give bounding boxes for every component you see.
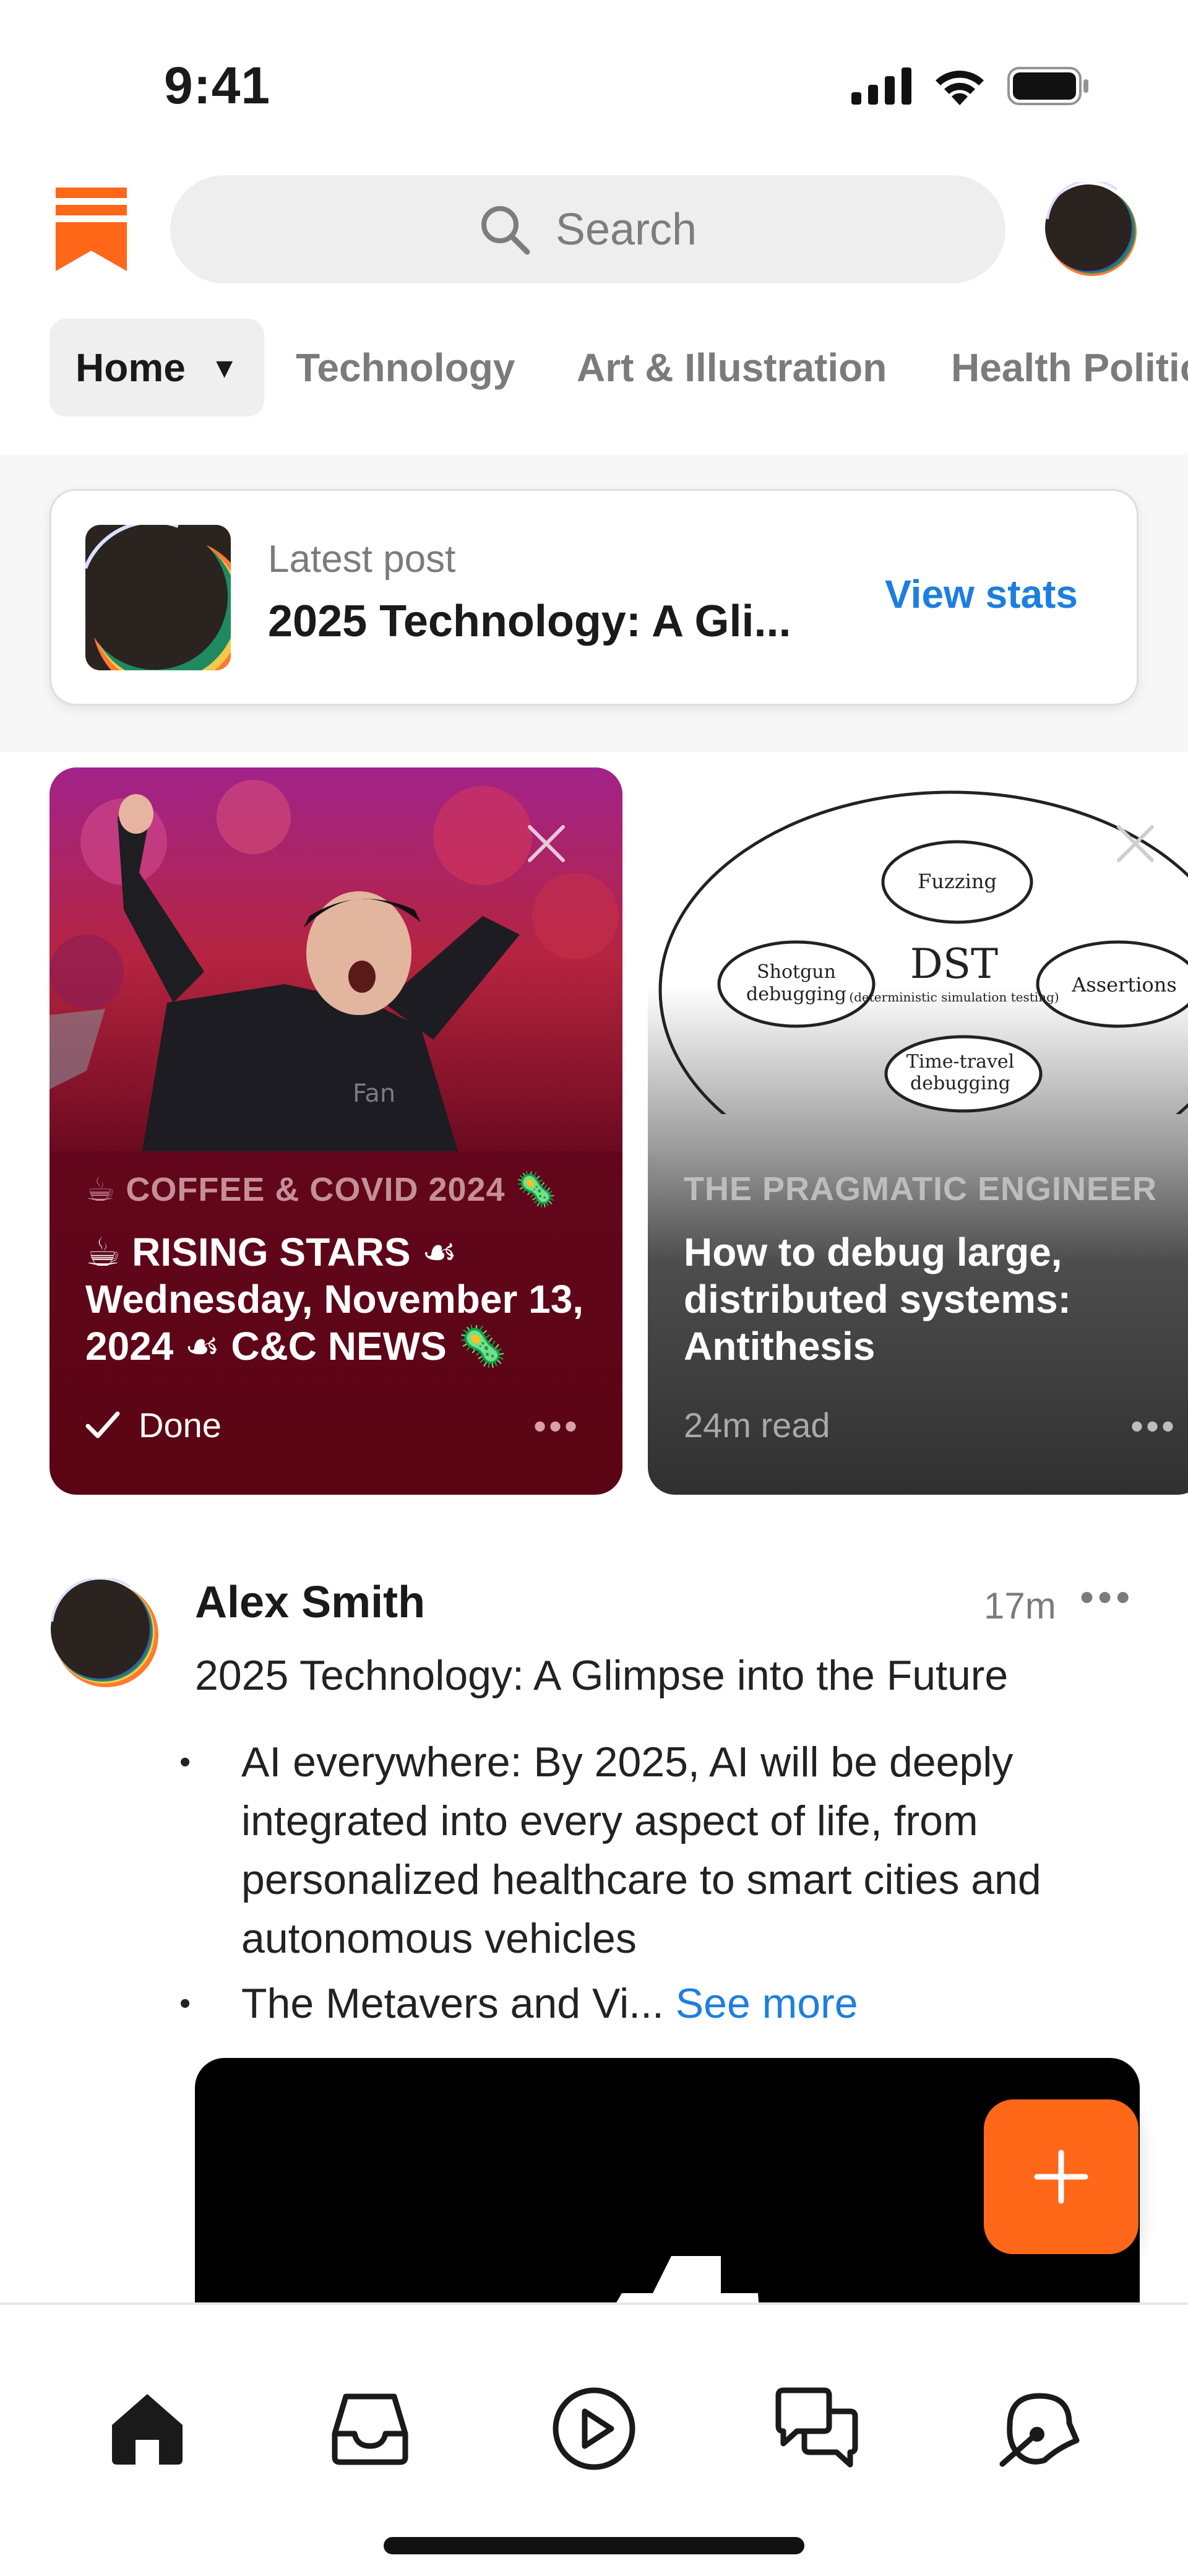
card-headline: How to debug large, distributed systems:… (684, 1230, 1071, 1368)
status-bar: 9:41 (0, 0, 1188, 161)
diagram-center-sub: (deterministic simulation testing) (849, 990, 1059, 1005)
done-label: Done (139, 1406, 222, 1445)
svg-text:Shotgun: Shotgun (757, 961, 836, 983)
activity-icon (999, 2393, 1080, 2467)
svg-text:debugging: debugging (746, 983, 846, 1005)
home-icon (112, 2394, 183, 2465)
tab-technology[interactable]: Technology (296, 319, 515, 417)
carousel-card[interactable]: Fan ☕ COFFEE & COVID 2024 🦠 ☕ RISING STA… (50, 767, 622, 1495)
tab-home-label: Home (75, 345, 186, 390)
status-time: 9:41 (164, 56, 271, 115)
latest-post-title: 2025 Technology: A Gli... (268, 597, 791, 646)
profile-avatar[interactable] (1043, 182, 1138, 278)
status-icons (851, 67, 1089, 105)
author-avatar[interactable] (50, 1578, 160, 1688)
more-options-icon[interactable]: ••• (1130, 1405, 1177, 1448)
post-bullets: AI everywhere: By 2025, AI will be deepl… (179, 1733, 1120, 2039)
plus-icon (1034, 2150, 1088, 2204)
compose-button[interactable] (984, 2099, 1138, 2254)
nav-video[interactable] (544, 2379, 644, 2478)
svg-text:debugging: debugging (910, 1073, 1010, 1094)
post-time: 17m (984, 1585, 1056, 1627)
close-icon[interactable] (526, 823, 567, 864)
home-indicator (384, 2537, 804, 2554)
chat-bubbles-icon (775, 2387, 858, 2468)
top-header: Search (0, 167, 1188, 291)
done-status[interactable]: Done (85, 1405, 222, 1445)
carousel-card[interactable]: Fuzzing Shotgun debugging Assertions Tim… (648, 767, 1188, 1495)
more-options-icon[interactable]: ••• (533, 1405, 580, 1448)
nav-activity[interactable] (990, 2379, 1089, 2478)
nav-chat[interactable] (767, 2379, 866, 2478)
list-item: AI everywhere: By 2025, AI will be deepl… (179, 1733, 1120, 1968)
wifi-icon (936, 71, 984, 105)
diagram-center: DST (910, 940, 998, 988)
read-time-label: 24m read (684, 1406, 830, 1445)
dropdown-caret-icon: ▼ (210, 352, 239, 384)
latest-post-card[interactable]: Latest post 2025 Technology: A Gli... Vi… (50, 489, 1138, 706)
view-stats-link[interactable]: View stats (885, 571, 1078, 617)
tab-home[interactable]: Home ▼ (50, 319, 265, 417)
nav-inbox[interactable] (321, 2379, 420, 2478)
cellular-signal-icon (851, 67, 911, 105)
list-item-text: The Metavers and Vi... (241, 1980, 664, 2027)
dst-diagram: Fuzzing Shotgun debugging Assertions Tim… (658, 790, 1188, 1114)
post-carousel: Fan ☕ COFFEE & COVID 2024 🦠 ☕ RISING STA… (0, 767, 1188, 1495)
substack-logo-icon[interactable] (56, 188, 127, 271)
svg-text:Fan: Fan (353, 1079, 395, 1108)
more-options-icon[interactable]: ••• (1080, 1573, 1134, 1620)
tab-art-illustration[interactable]: Art & Illustration (577, 319, 887, 417)
search-placeholder: Search (555, 204, 697, 254)
author-name[interactable]: Alex Smith (195, 1577, 425, 1628)
publication-name: THE PRAGMATIC ENGINEER (684, 1170, 1158, 1208)
card-headline: ☕ RISING STARS ☙ Wednesday, November 13,… (85, 1230, 584, 1368)
latest-post-section: Latest post 2025 Technology: A Gli... Vi… (0, 455, 1188, 752)
search-icon (481, 205, 530, 254)
checkmark-icon (85, 1411, 120, 1438)
search-bar[interactable]: Search (170, 175, 1005, 283)
bottom-navigation (0, 2302, 1188, 2576)
publication-thumbnail (85, 525, 231, 670)
post-title: 2025 Technology: A Glimpse into the Futu… (195, 1652, 1009, 1699)
svg-text:Time-travel: Time-travel (906, 1051, 1015, 1073)
close-icon[interactable] (1115, 823, 1156, 864)
read-time: 24m read (684, 1405, 830, 1445)
diagram-node-assertions: Assertions (1071, 973, 1177, 996)
diagram-node-fuzzing: Fuzzing (918, 870, 997, 893)
nav-home[interactable] (98, 2379, 197, 2478)
category-tabs: Home ▼ Technology Art & Illustration Hea… (0, 319, 1188, 418)
see-more-link[interactable]: See more (676, 1980, 858, 2027)
app-screen: 9:41 Search Home ▼ Technology Art & Illu… (0, 0, 1188, 2576)
play-circle-icon (553, 2387, 635, 2470)
battery-icon (1007, 67, 1088, 105)
latest-post-label: Latest post (268, 538, 456, 581)
tab-health-politics[interactable]: Health Politic (951, 319, 1188, 417)
inbox-icon (332, 2393, 408, 2465)
list-item: The Metavers and Vi... See more (179, 1974, 1120, 2033)
publication-name: ☕ COFFEE & COVID 2024 🦠 (85, 1171, 557, 1208)
